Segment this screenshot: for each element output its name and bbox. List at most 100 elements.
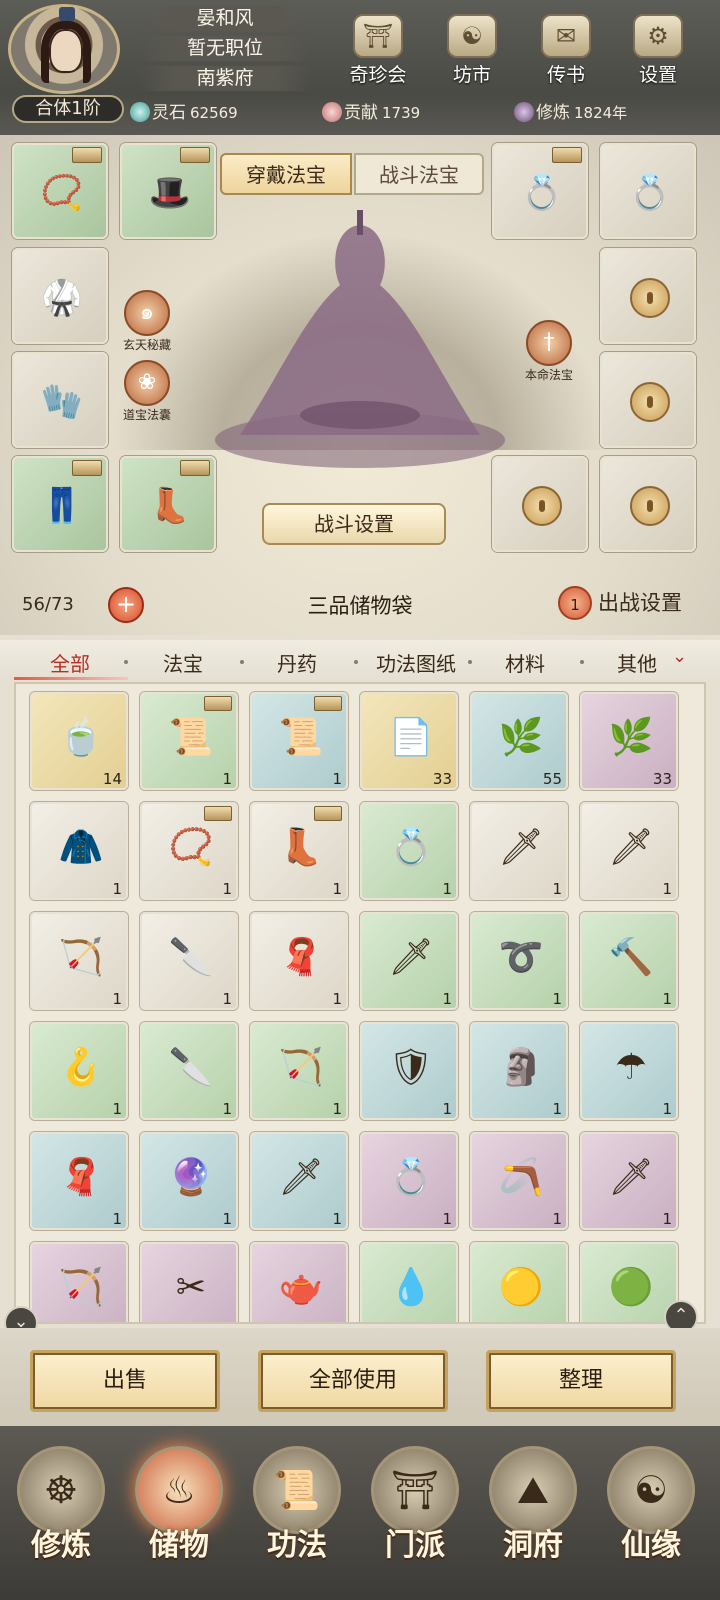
inventory-item[interactable]: 🛡 1 [360, 1022, 458, 1120]
inventory-item[interactable]: 📜 1 [140, 692, 238, 790]
treasure-pavilion-button[interactable]: ⛩ 奇珍会 [338, 14, 418, 86]
boots-icon: 👢 [148, 486, 192, 526]
organize-button[interactable]: 整理 [486, 1350, 676, 1412]
item-count: 1 [662, 880, 672, 898]
xuantian-secret-button[interactable]: ๑ 玄天秘藏 [112, 290, 182, 353]
deploy-settings-button[interactable]: 出战设置 [598, 586, 682, 620]
inventory-item[interactable]: 💍 1 [360, 802, 458, 900]
equip-slot-boots[interactable]: 👢 [120, 456, 216, 552]
inventory-item[interactable]: 💧 [360, 1242, 458, 1322]
equip-slot-pants[interactable]: 👖 [12, 456, 108, 552]
inventory-item[interactable]: 🔪 1 [140, 912, 238, 1010]
letter-button[interactable]: ✉ 传书 [526, 14, 606, 86]
nav-item-technique-scroll[interactable]: 📜 功法 [242, 1440, 352, 1590]
inventory-item[interactable]: 🟢 [580, 1242, 678, 1322]
inventory-item[interactable]: ➰ 1 [470, 912, 568, 1010]
battle-settings-button[interactable]: 战斗设置 [262, 503, 446, 545]
item-icon: 🗡 [608, 827, 654, 868]
inventory-item[interactable]: 🏹 1 [30, 912, 128, 1010]
tab-battle-treasure[interactable]: 战斗法宝 [354, 153, 484, 195]
locked-slot[interactable] [492, 456, 588, 552]
item-count: 1 [552, 1210, 562, 1228]
inventory-item[interactable]: 🌿 55 [470, 692, 568, 790]
inventory-item[interactable]: 🪃 1 [470, 1132, 568, 1230]
chest-icon [180, 460, 210, 476]
chest-icon [552, 147, 582, 163]
inventory-item[interactable]: 📿 1 [140, 802, 238, 900]
nav-item-storage-bag[interactable]: ♨ 储物 [124, 1440, 234, 1590]
inventory-item[interactable]: 📄 33 [360, 692, 458, 790]
market-button[interactable]: ☯ 坊市 [432, 14, 512, 86]
inventory-item[interactable]: 🏹 1 [250, 1022, 348, 1120]
settings-button[interactable]: ⚙ 设置 [618, 14, 698, 86]
nav-item-cave-mountain[interactable]: ⛰ 洞府 [478, 1440, 588, 1590]
locked-slot[interactable] [600, 248, 696, 344]
inventory-item[interactable]: 🔮 1 [140, 1132, 238, 1230]
item-icon: 🪝 [58, 1047, 104, 1088]
tab-magic-treasure[interactable]: 法宝 [138, 648, 228, 677]
tab-pills[interactable]: 丹药 [252, 648, 342, 677]
equip-slot-ring-2[interactable]: 💍 [600, 143, 696, 239]
inventory-item[interactable]: ☂ 1 [580, 1022, 678, 1120]
inventory-item[interactable]: 🔨 1 [580, 912, 678, 1010]
inventory-item[interactable]: 🗡 1 [580, 802, 678, 900]
item-icon: ☂ [614, 1047, 648, 1088]
equip-slot-hat[interactable]: 🎩 [120, 143, 216, 239]
inventory-item[interactable]: 🪝 1 [30, 1022, 128, 1120]
inventory-item[interactable]: 💍 1 [360, 1132, 458, 1230]
chevron-down-icon[interactable]: ⌄ [672, 646, 687, 667]
expand-capacity-button[interactable]: + [108, 587, 144, 623]
item-icon: 🟢 [608, 1267, 654, 1308]
inventory-item[interactable]: ✂ [140, 1242, 238, 1322]
tab-divider [580, 660, 584, 664]
tab-technique-blueprints[interactable]: 功法图纸 [362, 648, 470, 677]
inventory-item[interactable]: 🧥 1 [30, 802, 128, 900]
tab-all[interactable]: 全部 [25, 648, 115, 677]
inventory-item[interactable]: 🧣 1 [250, 912, 348, 1010]
nav-item-meditation[interactable]: ☸ 修炼 [6, 1440, 116, 1590]
chest-icon [314, 806, 342, 821]
tab-wear-treasure[interactable]: 穿戴法宝 [220, 153, 352, 195]
inventory-item[interactable]: 👢 1 [250, 802, 348, 900]
lock-icon [630, 486, 670, 526]
use-all-button[interactable]: 全部使用 [258, 1350, 448, 1412]
chest-icon [204, 696, 232, 711]
inventory-item[interactable]: 🗡 1 [470, 802, 568, 900]
nav-item-sect-gate[interactable]: ⛩ 门派 [360, 1440, 470, 1590]
equip-slot-necklace[interactable]: 📿 [12, 143, 108, 239]
inventory-item[interactable]: 🧣 1 [30, 1132, 128, 1230]
lock-icon [630, 278, 670, 318]
inventory-item[interactable]: 🟡 [470, 1242, 568, 1322]
equip-slot-robe[interactable]: 🥋 [12, 248, 108, 344]
inventory-item[interactable]: 🗿 1 [470, 1022, 568, 1120]
locked-slot[interactable] [600, 352, 696, 448]
player-avatar[interactable] [8, 4, 120, 94]
inventory-item[interactable]: 🏹 [30, 1242, 128, 1322]
equip-slot-gloves[interactable]: 🧤 [12, 352, 108, 448]
nav-item-destiny-swirl[interactable]: ☯ 仙缘 [596, 1440, 706, 1590]
chest-icon [204, 806, 232, 821]
inventory-item[interactable]: 🗡 1 [360, 912, 458, 1010]
tab-materials[interactable]: 材料 [480, 648, 570, 677]
inventory-item[interactable]: 🗡 1 [580, 1132, 678, 1230]
inventory-item[interactable]: 🔪 1 [140, 1022, 238, 1120]
sell-button[interactable]: 出售 [30, 1350, 220, 1412]
inventory-item[interactable]: 📜 1 [250, 692, 348, 790]
chest-icon [72, 147, 102, 163]
item-count: 1 [222, 770, 232, 788]
item-icon: 🪃 [498, 1157, 544, 1198]
inventory-item[interactable]: 🫖 [250, 1242, 348, 1322]
inventory-item[interactable]: 🌿 33 [580, 692, 678, 790]
natal-treasure-button[interactable]: † 本命法宝 [514, 320, 584, 383]
item-count: 1 [442, 1210, 452, 1228]
daobao-bag-button[interactable]: ❀ 道宝法囊 [112, 360, 182, 423]
tab-others[interactable]: 其他 [592, 648, 682, 677]
item-count: 1 [662, 1100, 672, 1118]
bag-capacity: 56/73 [22, 594, 74, 615]
item-count: 1 [662, 990, 672, 1008]
locked-slot[interactable] [600, 456, 696, 552]
equip-slot-ring-1[interactable]: 💍 [492, 143, 588, 239]
item-icon: 🍵 [58, 717, 104, 758]
inventory-item[interactable]: 🍵 14 [30, 692, 128, 790]
inventory-item[interactable]: 🗡 1 [250, 1132, 348, 1230]
